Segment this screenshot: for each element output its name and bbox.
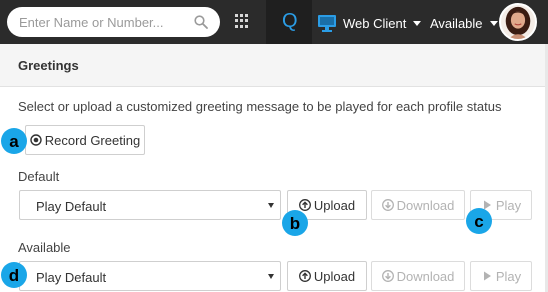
chevron-down-icon: [489, 20, 498, 26]
status-menu[interactable]: Available: [430, 12, 498, 34]
web-client-label: Web Client: [343, 15, 407, 31]
section-header: Greetings: [0, 44, 548, 87]
download-label: Download: [396, 197, 455, 213]
status-label: Available: [430, 15, 483, 31]
search-icon[interactable]: [194, 15, 208, 29]
top-bar: Q Web Client Available: [0, 0, 548, 44]
q-label: Q: [282, 10, 298, 32]
greeting-select-value: Play Default: [36, 270, 107, 285]
chevron-down-icon: [268, 274, 274, 279]
upload-icon: [298, 199, 311, 211]
chevron-down-icon: [413, 20, 422, 26]
callout-c: c: [466, 208, 492, 234]
upload-label: Upload: [313, 197, 356, 213]
download-button-default[interactable]: Download: [371, 190, 465, 220]
status-label-default: Default: [18, 169, 60, 184]
monitor-icon: [318, 15, 336, 32]
upload-icon: [298, 270, 311, 282]
avatar[interactable]: [499, 3, 537, 41]
record-icon: [30, 134, 42, 146]
download-label: Download: [396, 268, 455, 284]
play-button-available[interactable]: Play: [470, 261, 532, 291]
callout-a: a: [1, 128, 27, 154]
greeting-select-available[interactable]: Play Default: [19, 261, 281, 291]
q-button[interactable]: Q: [266, 0, 312, 44]
record-greeting-label: Record Greeting: [44, 132, 141, 148]
section-title: Greetings: [18, 58, 79, 73]
upload-button-available[interactable]: Upload: [287, 261, 367, 291]
play-label: Play: [495, 268, 522, 284]
greeting-select-default[interactable]: Play Default: [19, 190, 281, 220]
search-box[interactable]: [7, 7, 220, 37]
download-icon: [381, 199, 394, 211]
play-icon: [483, 271, 491, 281]
search-input[interactable]: [19, 13, 189, 31]
callout-d: d: [1, 262, 27, 288]
greeting-select-value: Play Default: [36, 199, 107, 214]
web-client-menu[interactable]: Web Client: [317, 12, 422, 34]
download-icon: [381, 270, 394, 282]
callout-b: b: [282, 210, 308, 236]
upload-label: Upload: [313, 268, 356, 284]
section-description: Select or upload a customized greeting m…: [18, 99, 502, 114]
chevron-down-icon: [268, 203, 274, 208]
download-button-available[interactable]: Download: [371, 261, 465, 291]
status-label-available: Available: [18, 240, 71, 255]
apps-grid-icon[interactable]: [235, 14, 249, 28]
record-greeting-button[interactable]: Record Greeting: [25, 125, 145, 155]
play-label: Play: [495, 197, 522, 213]
